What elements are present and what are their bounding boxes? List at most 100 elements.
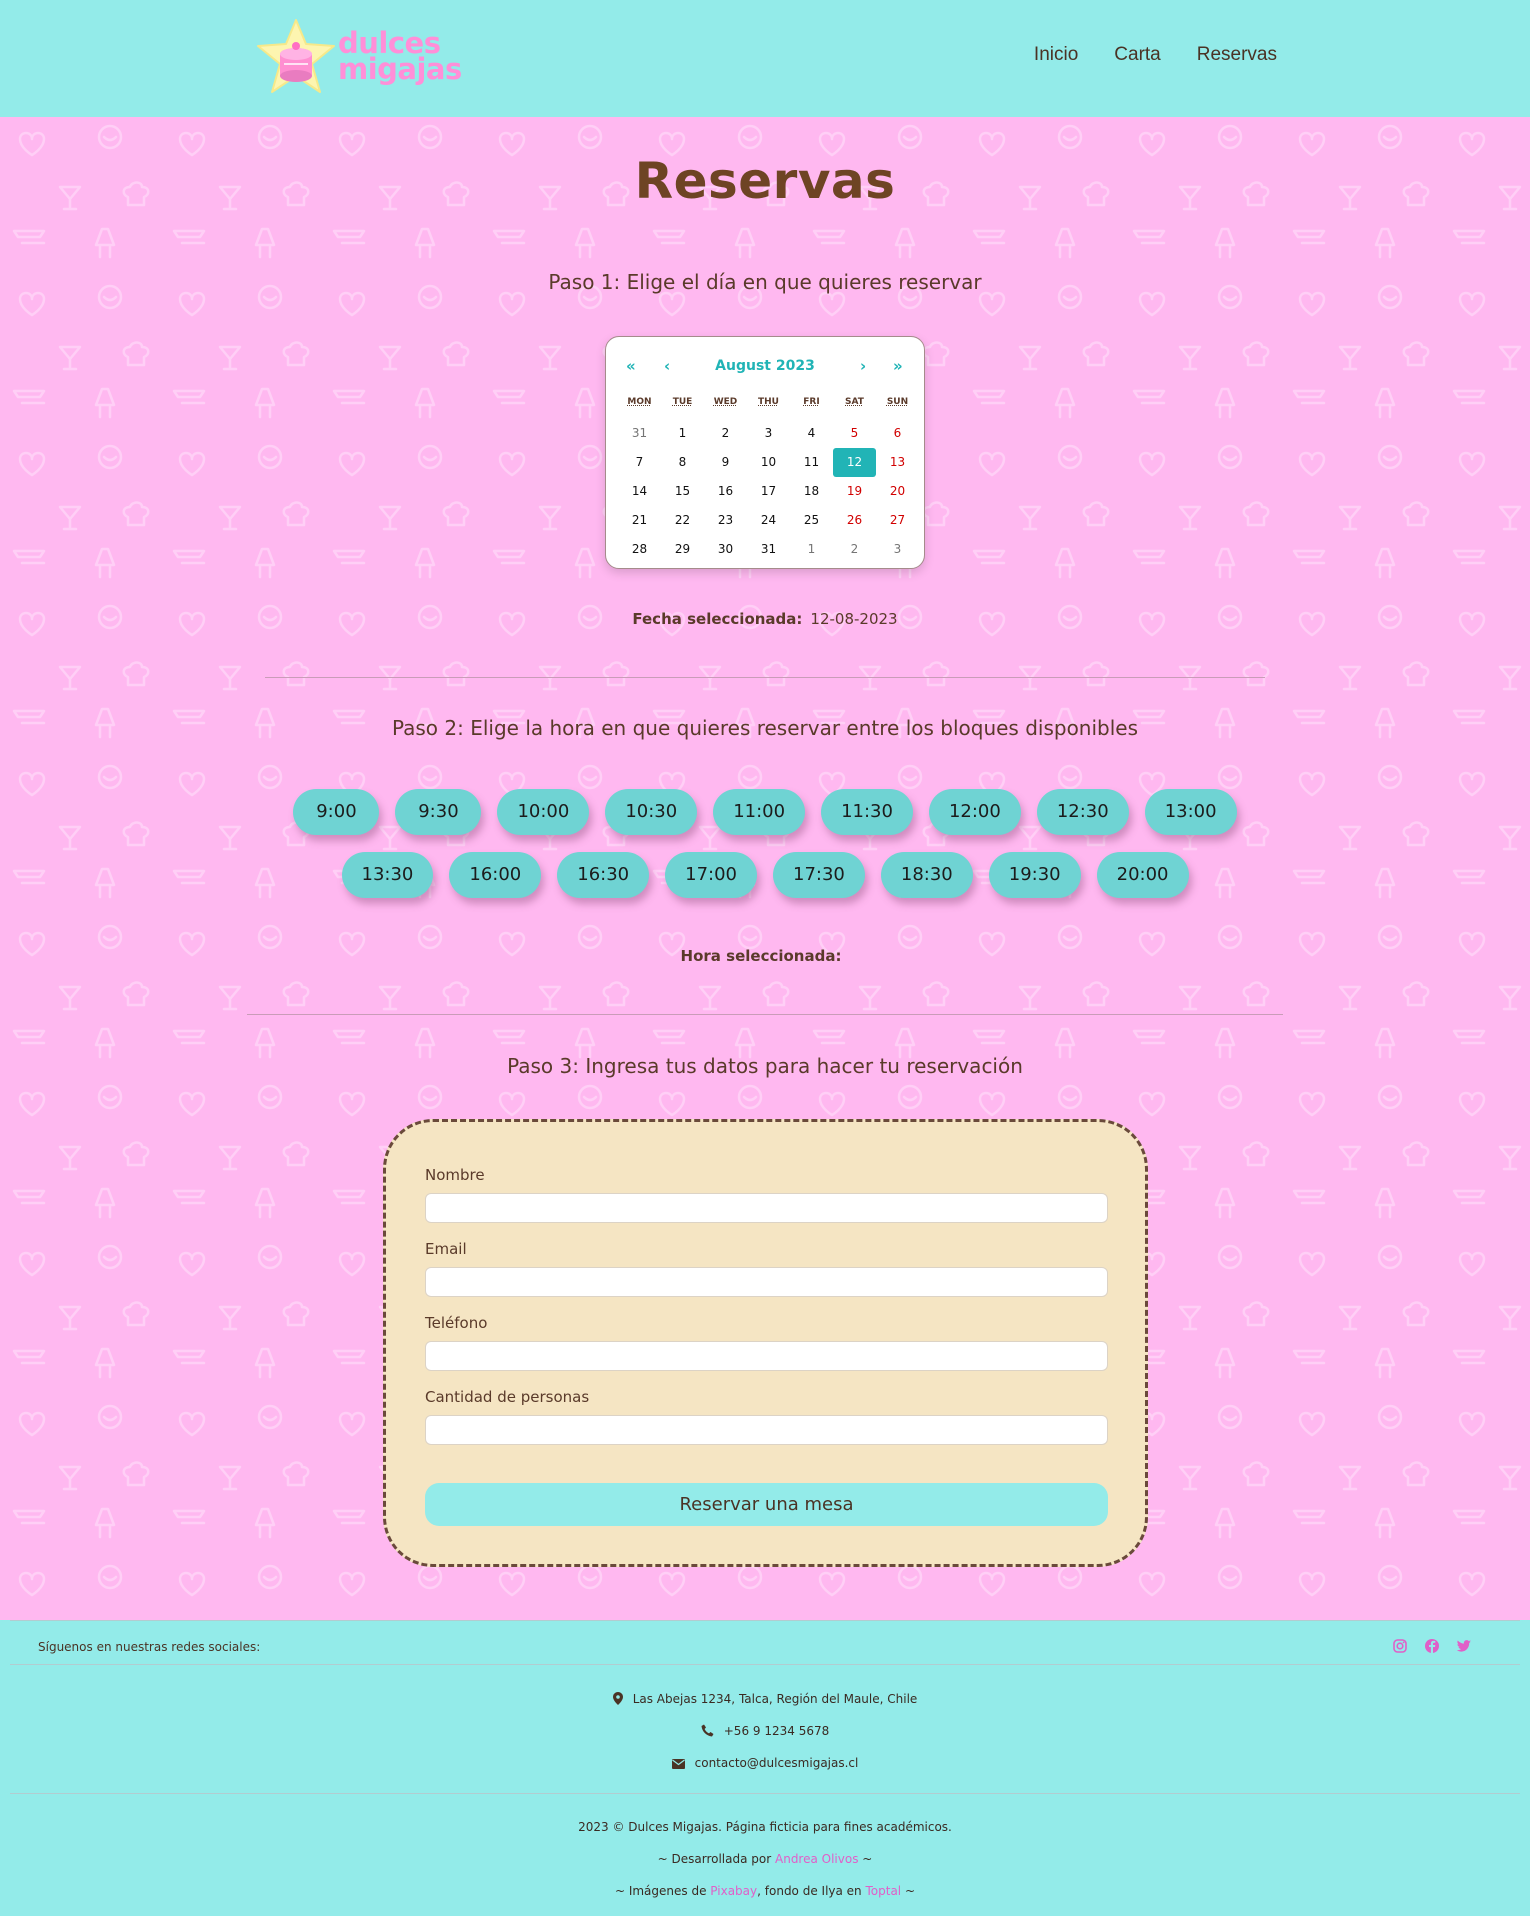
calendar-day[interactable]: 31 xyxy=(618,419,661,448)
date-picker-calendar: « ‹ August 2023 › » MON TUE WED THU FRI … xyxy=(605,336,925,569)
calendar-day[interactable]: 27 xyxy=(876,506,919,535)
weekday-label: WED xyxy=(713,397,738,407)
time-slot-button[interactable]: 17:00 xyxy=(665,852,757,898)
time-slot-button[interactable]: 12:00 xyxy=(928,789,1021,835)
calendar-day[interactable]: 29 xyxy=(661,535,704,564)
map-marker-icon xyxy=(612,1692,623,1705)
time-slot-button[interactable]: 12:30 xyxy=(1036,789,1129,835)
time-slot-button[interactable]: 17:30 xyxy=(773,852,865,898)
selected-time-line: Hora seleccionada: xyxy=(0,947,1530,965)
calendar-day[interactable]: 11 xyxy=(790,448,833,477)
calendar-day[interactable]: 26 xyxy=(833,506,876,535)
facebook-icon[interactable] xyxy=(1424,1638,1440,1654)
calendar-day[interactable]: 22 xyxy=(661,506,704,535)
time-slot-button[interactable]: 10:30 xyxy=(605,789,698,835)
pixabay-link[interactable]: Pixabay xyxy=(710,1884,757,1898)
calendar-month-label[interactable]: August 2023 xyxy=(606,358,924,374)
calendar-day[interactable]: 3 xyxy=(747,419,790,448)
time-slot-button[interactable]: 9:30 xyxy=(395,789,482,835)
calendar-day[interactable]: 9 xyxy=(704,448,747,477)
nav-inicio[interactable]: Inicio xyxy=(1034,44,1078,66)
party-size-input[interactable] xyxy=(425,1415,1108,1445)
weekday-label: TUE xyxy=(672,397,693,407)
cake-star-icon xyxy=(257,19,335,93)
copyright-text: 2023 © Dulces Migajas. Página ficticia p… xyxy=(578,1820,952,1834)
developer-link[interactable]: Andrea Olivos xyxy=(775,1852,858,1866)
developer-prefix: ~ Desarrollada por xyxy=(657,1852,772,1866)
step3-title: Paso 3: Ingresa tus datos para hacer tu … xyxy=(507,1054,1023,1078)
calendar-day[interactable]: 7 xyxy=(618,448,661,477)
calendar-day[interactable]: 13 xyxy=(876,448,919,477)
calendar-day[interactable]: 12 xyxy=(833,448,876,477)
divider xyxy=(265,677,1265,678)
calendar-day[interactable]: 17 xyxy=(747,477,790,506)
calendar-day[interactable]: 5 xyxy=(833,419,876,448)
calendar-day[interactable]: 24 xyxy=(747,506,790,535)
phone-text: +56 9 1234 5678 xyxy=(723,1724,830,1738)
footer-divider xyxy=(10,1620,1520,1621)
developer-suffix: ~ xyxy=(862,1852,873,1866)
footer-divider xyxy=(10,1793,1520,1794)
name-input[interactable] xyxy=(425,1193,1108,1223)
time-slot-button[interactable]: 16:00 xyxy=(449,852,542,898)
calendar-day[interactable]: 28 xyxy=(618,535,661,564)
phone-icon xyxy=(701,1724,714,1737)
next-year-button[interactable]: » xyxy=(893,357,903,375)
time-slot-button[interactable]: 19:30 xyxy=(988,852,1081,898)
step1-title: Paso 1: Elige el día en que quieres rese… xyxy=(548,270,982,294)
envelope-icon xyxy=(671,1759,685,1769)
calendar-day[interactable]: 25 xyxy=(790,506,833,535)
calendar-day[interactable]: 30 xyxy=(704,535,747,564)
images-suffix: ~ xyxy=(904,1884,916,1898)
calendar-day[interactable]: 18 xyxy=(790,477,833,506)
images-prefix: ~ Imágenes de xyxy=(614,1884,707,1898)
calendar-day[interactable]: 4 xyxy=(790,419,833,448)
time-slot-button[interactable]: 13:30 xyxy=(341,852,434,898)
social-links xyxy=(1392,1638,1472,1654)
calendar-day[interactable]: 8 xyxy=(661,448,704,477)
social-label: Síguenos en nuestras redes sociales: xyxy=(38,1640,261,1654)
calendar-day[interactable]: 1 xyxy=(661,419,704,448)
calendar-day[interactable]: 20 xyxy=(876,477,919,506)
email-text: contacto@dulcesmigajas.cl xyxy=(694,1756,859,1770)
site-footer: Síguenos en nuestras redes sociales: Las… xyxy=(0,1620,1530,1916)
time-slot-button[interactable]: 18:30 xyxy=(880,852,973,898)
time-slot-button[interactable]: 9:00 xyxy=(293,789,380,835)
calendar-day[interactable]: 23 xyxy=(704,506,747,535)
nav-reservas[interactable]: Reservas xyxy=(1197,44,1277,66)
calendar-day[interactable]: 15 xyxy=(661,477,704,506)
nav-carta[interactable]: Carta xyxy=(1114,44,1160,66)
calendar-day[interactable]: 16 xyxy=(704,477,747,506)
calendar-day[interactable]: 31 xyxy=(747,535,790,564)
step2-title: Paso 2: Elige la hora en que quieres res… xyxy=(391,716,1139,740)
calendar-day[interactable]: 2 xyxy=(833,535,876,564)
phone-input[interactable] xyxy=(425,1341,1108,1371)
calendar-day[interactable]: 21 xyxy=(618,506,661,535)
calendar-day[interactable]: 2 xyxy=(704,419,747,448)
weekday-label: SAT xyxy=(845,397,864,407)
time-slot-button[interactable]: 11:30 xyxy=(821,789,913,835)
calendar-day[interactable]: 3 xyxy=(876,535,919,564)
time-slot-button[interactable]: 20:00 xyxy=(1096,852,1189,898)
calendar-day[interactable]: 10 xyxy=(747,448,790,477)
toptal-link[interactable]: Toptal xyxy=(866,1884,902,1898)
time-slots-row-2: 13:30 16:00 16:30 17:00 17:30 18:30 19:30 20:00 xyxy=(0,852,1530,898)
email-input[interactable] xyxy=(425,1267,1108,1297)
time-slot-button[interactable]: 11:00 xyxy=(713,789,806,835)
time-slot-button[interactable]: 16:30 xyxy=(557,852,650,898)
instagram-icon[interactable] xyxy=(1392,1638,1408,1654)
divider xyxy=(247,1014,1283,1015)
weekday-label: FRI xyxy=(803,397,820,407)
calendar-day[interactable]: 1 xyxy=(790,535,833,564)
logo[interactable]: dulces migajas xyxy=(254,18,462,98)
next-month-button[interactable]: › xyxy=(860,357,866,375)
twitter-icon[interactable] xyxy=(1456,1638,1472,1654)
reserve-table-button[interactable]: Reservar una mesa xyxy=(425,1483,1108,1526)
calendar-weekdays: MON TUE WED THU FRI SAT SUN xyxy=(618,397,919,407)
calendar-days-grid: 31 1 2 3 4 5 6 7 8 9 10 11 12 13 14 15 16 17 18 19 20 21 22 23 2… xyxy=(618,419,919,564)
time-slot-button[interactable]: 13:00 xyxy=(1144,789,1237,835)
calendar-day[interactable]: 19 xyxy=(833,477,876,506)
time-slot-button[interactable]: 10:00 xyxy=(497,789,590,835)
calendar-day[interactable]: 14 xyxy=(618,477,661,506)
calendar-day[interactable]: 6 xyxy=(876,419,919,448)
